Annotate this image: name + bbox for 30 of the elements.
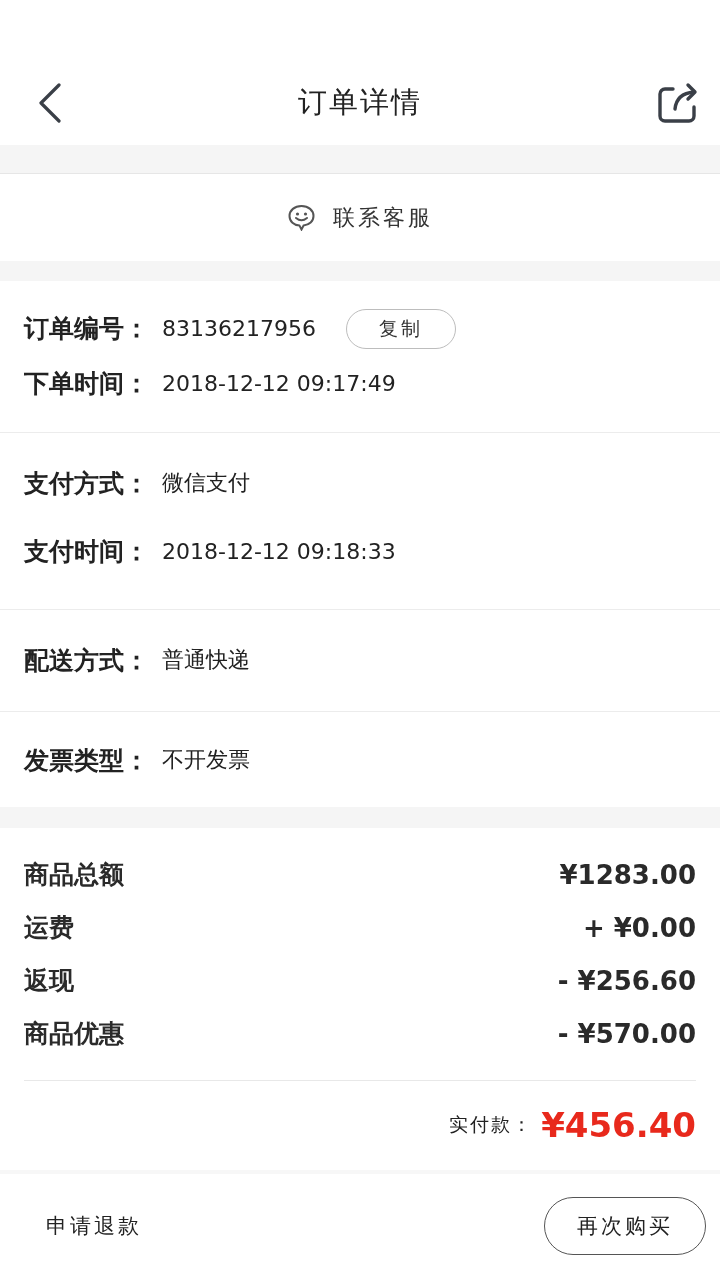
page-title: 订单详情 — [298, 83, 422, 121]
amount-label: 商品总额 — [24, 859, 124, 891]
contact-service-button[interactable]: 联系客服 — [287, 196, 433, 239]
total-amount: ¥456.40 — [541, 1105, 696, 1145]
buy-again-button[interactable]: 再次购买 — [544, 1197, 706, 1255]
amount-label: 商品优惠 — [24, 1018, 124, 1050]
field-value: 不开发票 — [162, 746, 250, 774]
field-label: 支付方式： — [24, 467, 150, 500]
copy-button[interactable]: 复制 — [345, 308, 456, 349]
amount-value: - ¥256.60 — [557, 965, 696, 996]
refund-link[interactable]: 申请退款 — [46, 1212, 142, 1240]
share-icon[interactable] — [658, 82, 698, 123]
total-label: 实付款： — [449, 1112, 534, 1137]
amount-label: 运费 — [24, 912, 74, 944]
back-icon[interactable] — [38, 82, 62, 123]
field-label: 支付时间： — [24, 535, 150, 568]
field-label: 发票类型： — [24, 744, 150, 777]
field-value: 微信支付 — [162, 469, 250, 497]
field-value: 83136217956 — [162, 316, 316, 341]
field-label: 下单时间： — [24, 368, 150, 400]
field-label: 配送方式： — [24, 644, 150, 677]
amount-label: 返现 — [24, 965, 74, 997]
smiley-chat-icon — [287, 204, 315, 231]
amount-value: ¥1283.00 — [559, 859, 696, 890]
field-value: 2018-12-12 09:18:33 — [162, 538, 396, 564]
field-value: 普通快递 — [162, 646, 250, 674]
field-label: 订单编号： — [24, 313, 150, 345]
amount-value: - ¥570.00 — [557, 1018, 696, 1049]
field-value: 2018-12-12 09:17:49 — [162, 371, 396, 396]
amount-value: + ¥0.00 — [582, 912, 696, 943]
